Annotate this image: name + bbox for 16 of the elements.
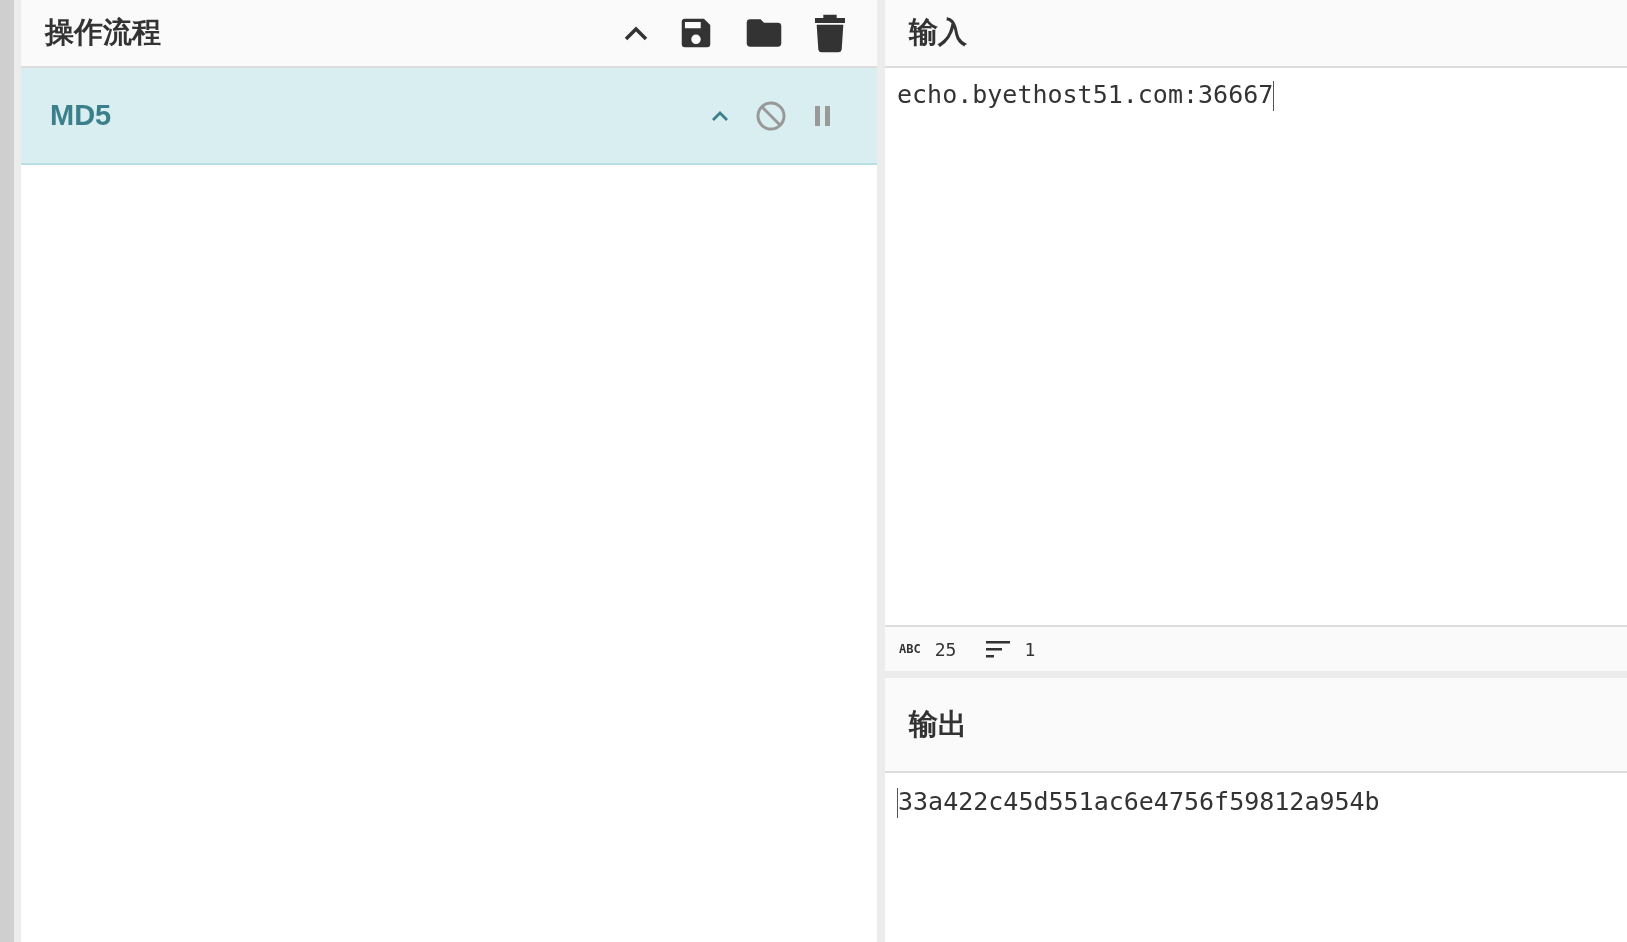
- panel-resize-handle[interactable]: [877, 0, 885, 942]
- output-text-area[interactable]: 33a422c45d551ac6e4756f59812a954b: [885, 773, 1392, 830]
- type-label: ABC: [899, 642, 921, 656]
- output-title: 输出: [909, 705, 967, 743]
- operation-name: MD5: [50, 99, 112, 132]
- trash-icon[interactable]: [813, 13, 847, 53]
- length-count: 25: [934, 638, 957, 660]
- input-text-area[interactable]: echo.byethost51.com:36667: [885, 68, 1287, 123]
- recipe-title: 操作流程: [45, 14, 161, 51]
- disable-icon[interactable]: [755, 99, 787, 132]
- chevron-up-icon[interactable]: [623, 24, 649, 42]
- recipe-operation[interactable]: MD5: [21, 68, 877, 165]
- lines-icon: [986, 640, 1011, 658]
- line-count: 1: [1024, 638, 1036, 660]
- pause-icon[interactable]: [813, 103, 833, 128]
- input-title: 输入: [909, 14, 967, 51]
